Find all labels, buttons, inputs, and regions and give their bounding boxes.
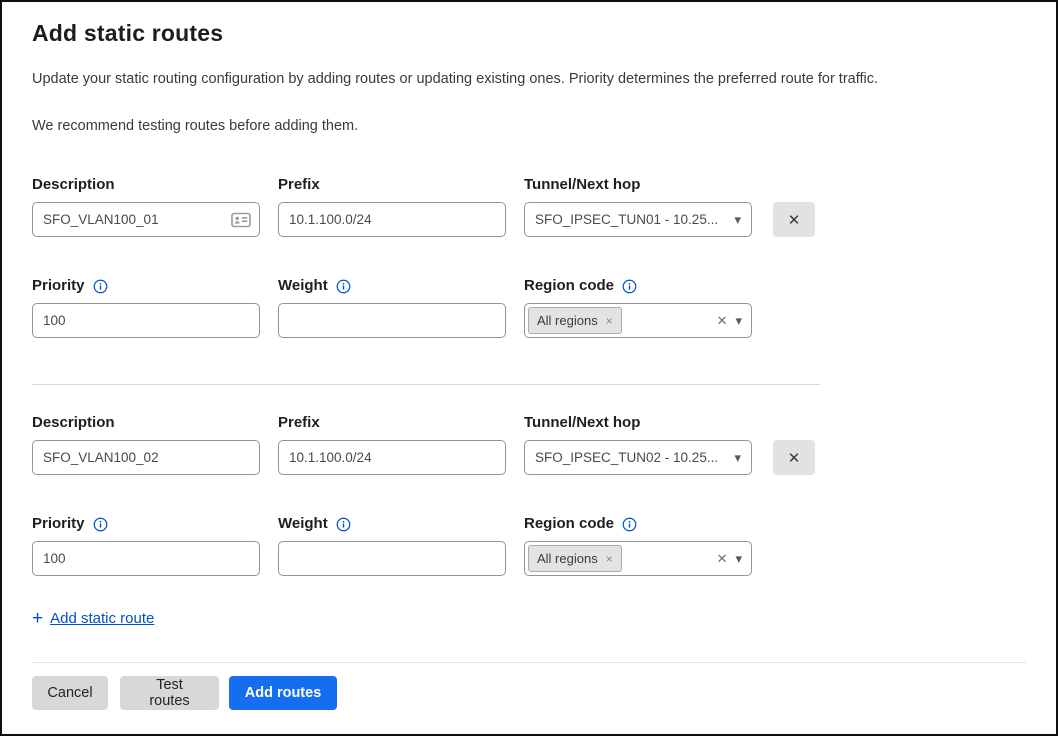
info-icon[interactable] <box>336 279 351 294</box>
description-input[interactable] <box>32 202 260 237</box>
tunnel-label: Tunnel/Next hop <box>524 414 752 431</box>
tunnel-field-1: Tunnel/Next hop SFO_IPSEC_TUN01 - 10.25.… <box>524 176 752 237</box>
close-icon: ✕ <box>788 449 801 467</box>
prefix-field-2: Prefix <box>278 414 506 475</box>
weight-input[interactable] <box>278 303 506 338</box>
priority-field-2: Priority <box>32 515 260 576</box>
chevron-down-icon: ▾ <box>735 314 742 327</box>
test-routes-button[interactable]: Test routes <box>120 676 219 710</box>
region-clear-icon[interactable]: ✕ <box>717 552 728 565</box>
remove-route-button[interactable]: ✕ <box>773 202 815 237</box>
region-tag-remove-icon[interactable]: × <box>606 315 613 327</box>
add-static-routes-dialog: Add static routes Update your static rou… <box>2 2 1056 710</box>
route-block-1: Description <box>32 176 1026 338</box>
info-icon[interactable] <box>336 517 351 532</box>
weight-input[interactable] <box>278 541 506 576</box>
tunnel-label: Tunnel/Next hop <box>524 176 752 193</box>
tunnel-field-2: Tunnel/Next hop SFO_IPSEC_TUN02 - 10.25.… <box>524 414 752 475</box>
add-routes-button[interactable]: Add routes <box>229 676 337 710</box>
priority-label: Priority <box>32 515 260 532</box>
region-tag-label: All regions <box>537 551 598 566</box>
info-icon[interactable] <box>93 279 108 294</box>
chevron-down-icon: ▾ <box>734 213 741 226</box>
chevron-down-icon: ▾ <box>734 451 741 464</box>
routes-form: Description <box>32 176 1026 628</box>
recommendation-text: We recommend testing routes before addin… <box>32 118 1026 134</box>
add-static-route-label: Add static route <box>50 610 154 627</box>
region-code-select[interactable]: All regions × ✕ ▾ <box>524 303 752 338</box>
info-icon[interactable] <box>622 517 637 532</box>
region-clear-icon[interactable]: ✕ <box>717 314 728 327</box>
cancel-button[interactable]: Cancel <box>32 676 108 710</box>
region-tag-remove-icon[interactable]: × <box>606 553 613 565</box>
tunnel-selected-value: SFO_IPSEC_TUN02 - 10.25... <box>535 450 726 465</box>
footer-divider <box>32 662 1026 663</box>
add-static-route-link[interactable]: + Add static route <box>32 609 154 628</box>
tunnel-select[interactable]: SFO_IPSEC_TUN02 - 10.25... ▾ <box>524 440 752 475</box>
priority-label: Priority <box>32 277 260 294</box>
contact-card-icon[interactable] <box>231 212 251 228</box>
region-tag-label: All regions <box>537 313 598 328</box>
weight-label: Weight <box>278 515 506 532</box>
close-icon: ✕ <box>788 211 801 229</box>
description-field-1: Description <box>32 176 260 237</box>
prefix-label: Prefix <box>278 414 506 431</box>
description-field-2: Description <box>32 414 260 475</box>
info-icon[interactable] <box>93 517 108 532</box>
route-block-2: Description Prefix Tunnel/Next hop SFO <box>32 414 1026 576</box>
region-tag[interactable]: All regions × <box>528 545 622 572</box>
weight-field-1: Weight <box>278 277 506 338</box>
priority-input[interactable] <box>32 541 260 576</box>
weight-field-2: Weight <box>278 515 506 576</box>
prefix-input[interactable] <box>278 202 506 237</box>
intro-text: Update your static routing configuration… <box>32 71 1026 87</box>
route-divider <box>32 384 820 385</box>
plus-icon: + <box>32 609 43 628</box>
prefix-input[interactable] <box>278 440 506 475</box>
region-label: Region code <box>524 277 752 294</box>
footer-actions: Cancel Test routes Add routes <box>32 676 1026 710</box>
region-code-select[interactable]: All regions × ✕ ▾ <box>524 541 752 576</box>
prefix-label: Prefix <box>278 176 506 193</box>
tunnel-select[interactable]: SFO_IPSEC_TUN01 - 10.25... ▾ <box>524 202 752 237</box>
prefix-field-1: Prefix <box>278 176 506 237</box>
description-label: Description <box>32 176 260 193</box>
region-field-1: Region code All regions × <box>524 277 752 338</box>
priority-input[interactable] <box>32 303 260 338</box>
priority-field-1: Priority <box>32 277 260 338</box>
region-field-2: Region code All regions × <box>524 515 752 576</box>
weight-label: Weight <box>278 277 506 294</box>
region-tag[interactable]: All regions × <box>528 307 622 334</box>
info-icon[interactable] <box>622 279 637 294</box>
page-title: Add static routes <box>32 20 1026 47</box>
description-label: Description <box>32 414 260 431</box>
region-label: Region code <box>524 515 752 532</box>
remove-route-button[interactable]: ✕ <box>773 440 815 475</box>
tunnel-selected-value: SFO_IPSEC_TUN01 - 10.25... <box>535 212 726 227</box>
description-input[interactable] <box>32 440 260 475</box>
chevron-down-icon: ▾ <box>735 552 742 565</box>
